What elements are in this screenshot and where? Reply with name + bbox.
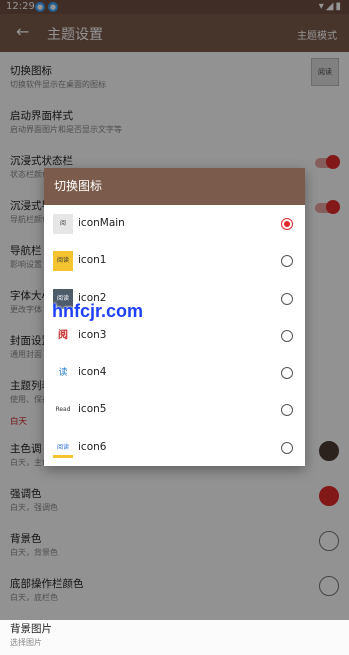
- icon-option-label: icon6: [78, 440, 107, 453]
- icon-option[interactable]: 阅读 icon1: [44, 242, 305, 279]
- app-icon: 阅: [58, 329, 68, 341]
- radio-button[interactable]: [281, 255, 293, 268]
- icon-option[interactable]: 阅读 icon6: [44, 429, 305, 466]
- icon-option[interactable]: 阅 iconMain: [44, 205, 305, 242]
- app-icon: 阅读: [53, 251, 73, 272]
- dialog-title: 切换图标: [44, 168, 305, 205]
- icon-option[interactable]: 阅 icon3: [44, 317, 305, 354]
- watermark-text: hnfcjr.com: [52, 301, 144, 321]
- icon-option-label: iconMain: [78, 217, 125, 229]
- radio-button[interactable]: [281, 367, 293, 380]
- icon-option[interactable]: Read icon5: [44, 391, 305, 428]
- app-icon: 读: [58, 368, 68, 379]
- radio-button[interactable]: [281, 292, 293, 305]
- setting-subtitle: 选择图片: [10, 638, 42, 647]
- app-icon: 阅: [53, 214, 73, 234]
- radio-button[interactable]: [281, 441, 293, 454]
- icon-option-label: icon1: [78, 254, 107, 267]
- app-icon: 阅读: [53, 438, 73, 458]
- setting-title: 背景图片: [10, 623, 52, 635]
- icon-option[interactable]: 读 icon4: [44, 354, 305, 391]
- icon-option-label: icon3: [78, 328, 107, 341]
- icon-option-label: icon4: [78, 366, 107, 379]
- app-icon: Read: [55, 406, 71, 414]
- radio-button[interactable]: [281, 218, 293, 230]
- radio-button[interactable]: [281, 404, 293, 417]
- icon-option-label: icon5: [78, 403, 107, 416]
- radio-button[interactable]: [281, 329, 293, 342]
